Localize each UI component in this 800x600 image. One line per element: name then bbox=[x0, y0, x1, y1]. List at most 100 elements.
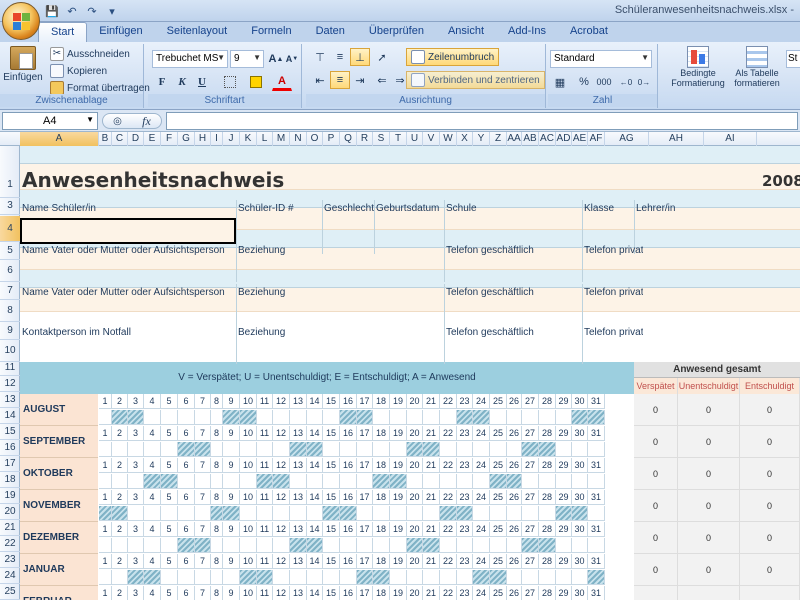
day-number[interactable]: 28 bbox=[539, 394, 556, 409]
day-number[interactable]: 11 bbox=[257, 554, 273, 569]
attendance-cell[interactable] bbox=[307, 506, 323, 521]
attendance-cell[interactable] bbox=[572, 474, 588, 489]
day-number[interactable]: 16 bbox=[340, 394, 357, 409]
column-header[interactable]: AC bbox=[539, 132, 556, 146]
weekend-cell[interactable] bbox=[273, 474, 290, 489]
cut-button[interactable]: ✂ Ausschneiden bbox=[50, 47, 130, 61]
attendance-cell[interactable] bbox=[195, 474, 211, 489]
day-number[interactable]: 8 bbox=[211, 394, 223, 409]
row-header[interactable]: 17 bbox=[0, 456, 20, 472]
row-header[interactable]: 10 bbox=[0, 340, 20, 362]
weekend-cell[interactable] bbox=[112, 410, 128, 425]
attendance-cell[interactable] bbox=[556, 410, 572, 425]
align-middle-icon[interactable]: ≡ bbox=[330, 48, 350, 66]
attendance-cell[interactable] bbox=[539, 474, 556, 489]
day-number[interactable]: 20 bbox=[407, 458, 423, 473]
attendance-cell[interactable] bbox=[390, 570, 407, 585]
day-number[interactable]: 28 bbox=[539, 586, 556, 600]
column-header[interactable]: O bbox=[307, 132, 323, 146]
day-number[interactable]: 5 bbox=[161, 490, 178, 505]
column-header[interactable]: K bbox=[240, 132, 257, 146]
attendance-cell[interactable] bbox=[340, 474, 357, 489]
attendance-cell[interactable] bbox=[556, 442, 572, 457]
attendance-cell[interactable] bbox=[473, 442, 490, 457]
attendance-cell[interactable] bbox=[223, 474, 240, 489]
day-number[interactable]: 8 bbox=[211, 426, 223, 441]
day-number[interactable]: 14 bbox=[307, 522, 323, 537]
day-number[interactable]: 10 bbox=[240, 458, 257, 473]
day-number[interactable]: 4 bbox=[144, 426, 161, 441]
day-number[interactable]: 13 bbox=[290, 458, 307, 473]
attendance-cell[interactable] bbox=[373, 538, 390, 553]
row-header[interactable]: 22 bbox=[0, 536, 20, 552]
increase-decimal-icon[interactable]: ←0 bbox=[616, 73, 636, 91]
attendance-cell[interactable] bbox=[257, 442, 273, 457]
day-number[interactable]: 31 bbox=[588, 458, 605, 473]
day-number[interactable]: 6 bbox=[178, 490, 195, 505]
percent-button[interactable]: % bbox=[574, 73, 594, 91]
attendance-cell[interactable] bbox=[178, 570, 195, 585]
day-number[interactable]: 7 bbox=[195, 522, 211, 537]
day-number[interactable]: 29 bbox=[556, 458, 572, 473]
number-format-select[interactable]: Standard ▼ bbox=[550, 50, 652, 68]
day-number[interactable]: 3 bbox=[128, 458, 144, 473]
day-number[interactable]: 16 bbox=[340, 586, 357, 600]
attendance-cell[interactable] bbox=[440, 442, 457, 457]
weekend-cell[interactable] bbox=[507, 474, 522, 489]
day-number[interactable]: 23 bbox=[457, 458, 473, 473]
merge-center-button[interactable]: Verbinden und zentrieren bbox=[406, 71, 545, 89]
weekend-cell[interactable] bbox=[240, 410, 257, 425]
attendance-cell[interactable] bbox=[490, 442, 507, 457]
column-header[interactable]: W bbox=[440, 132, 457, 146]
attendance-cell[interactable] bbox=[588, 442, 605, 457]
day-number[interactable]: 21 bbox=[423, 426, 440, 441]
day-number[interactable]: 25 bbox=[490, 586, 507, 600]
row-header[interactable]: 8 bbox=[0, 300, 20, 322]
tab-1[interactable]: Einfügen bbox=[87, 22, 154, 42]
day-number[interactable]: 12 bbox=[273, 394, 290, 409]
weekend-cell[interactable] bbox=[357, 410, 373, 425]
day-number[interactable]: 13 bbox=[290, 554, 307, 569]
column-header[interactable]: S bbox=[373, 132, 390, 146]
column-header[interactable]: V bbox=[423, 132, 440, 146]
attendance-cell[interactable] bbox=[99, 474, 112, 489]
day-number[interactable]: 6 bbox=[178, 586, 195, 600]
day-number[interactable]: 18 bbox=[373, 458, 390, 473]
day-number[interactable]: 20 bbox=[407, 490, 423, 505]
day-number[interactable]: 12 bbox=[273, 586, 290, 600]
day-number[interactable]: 11 bbox=[257, 522, 273, 537]
attendance-cell[interactable] bbox=[522, 410, 539, 425]
attendance-cell[interactable] bbox=[211, 474, 223, 489]
currency-icon[interactable]: ▦ bbox=[550, 73, 570, 91]
attendance-cell[interactable] bbox=[99, 538, 112, 553]
attendance-cell[interactable] bbox=[323, 538, 340, 553]
attendance-cell[interactable] bbox=[240, 474, 257, 489]
day-number[interactable]: 21 bbox=[423, 522, 440, 537]
attendance-cell[interactable] bbox=[556, 474, 572, 489]
weekend-cell[interactable] bbox=[588, 570, 605, 585]
day-number[interactable]: 20 bbox=[407, 426, 423, 441]
weekend-cell[interactable] bbox=[457, 506, 473, 521]
attendance-cell[interactable] bbox=[507, 410, 522, 425]
day-number[interactable]: 14 bbox=[307, 586, 323, 600]
undo-icon[interactable]: ↶ bbox=[64, 3, 80, 19]
attendance-cell[interactable] bbox=[178, 474, 195, 489]
day-number[interactable]: 24 bbox=[473, 426, 490, 441]
day-number[interactable]: 28 bbox=[539, 554, 556, 569]
day-number[interactable]: 13 bbox=[290, 522, 307, 537]
day-number[interactable]: 22 bbox=[440, 394, 457, 409]
attendance-cell[interactable] bbox=[588, 538, 605, 553]
attendance-cell[interactable] bbox=[273, 410, 290, 425]
day-number[interactable]: 20 bbox=[407, 554, 423, 569]
attendance-cell[interactable] bbox=[307, 410, 323, 425]
day-number[interactable]: 6 bbox=[178, 426, 195, 441]
day-number[interactable]: 19 bbox=[390, 458, 407, 473]
cell-styles-gallery[interactable]: St bbox=[786, 50, 800, 68]
day-number[interactable]: 9 bbox=[223, 490, 240, 505]
column-header[interactable]: P bbox=[323, 132, 340, 146]
day-number[interactable]: 30 bbox=[572, 522, 588, 537]
attendance-cell[interactable] bbox=[357, 538, 373, 553]
day-number[interactable]: 2 bbox=[112, 458, 128, 473]
attendance-cell[interactable] bbox=[473, 474, 490, 489]
insert-function-button[interactable]: fx bbox=[142, 114, 151, 129]
